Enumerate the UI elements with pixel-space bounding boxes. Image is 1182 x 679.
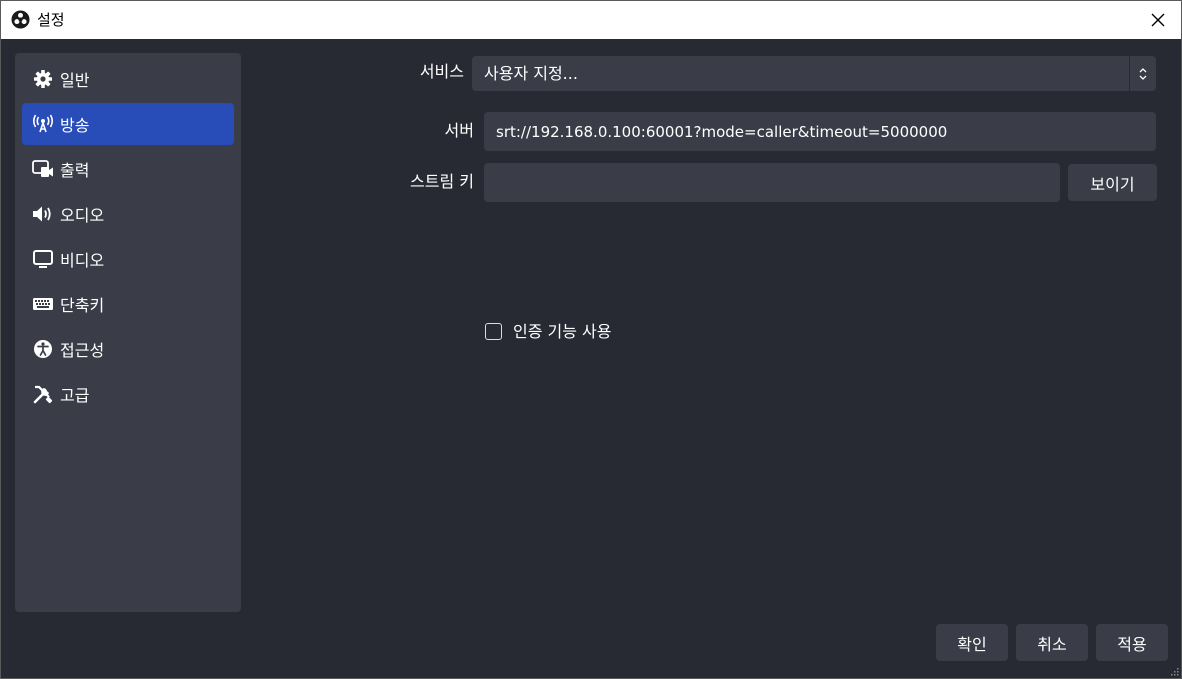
show-key-button[interactable]: 보이기 [1068, 164, 1157, 201]
close-icon [1151, 13, 1165, 27]
sidebar-item-label: 고급 [60, 386, 90, 405]
settings-sidebar: 일반 방송 출력 오디오 비디오 단축키 접근성 고급 [15, 53, 241, 612]
sidebar-item-label: 단축키 [60, 296, 105, 315]
stream-key-label: 스트림 키 [410, 172, 474, 191]
settings-window: 설정 일반 방송 출력 오디오 비디오 단축키 접근성 고급 서비스 사용자 지… [0, 0, 1182, 679]
sidebar-item-label: 방송 [60, 116, 90, 135]
sidebar-item-label: 비디오 [60, 251, 105, 270]
sidebar-item-accessibility[interactable]: 접근성 [22, 328, 234, 370]
apply-button[interactable]: 적용 [1096, 624, 1168, 661]
sidebar-item-label: 일반 [60, 71, 90, 90]
updown-arrows-icon [1129, 56, 1156, 91]
resize-grip-icon[interactable] [1169, 666, 1179, 676]
sidebar-item-label: 출력 [60, 161, 90, 180]
ok-button[interactable]: 확인 [936, 624, 1008, 661]
gear-icon [32, 68, 54, 90]
title-bar: 설정 [1, 1, 1181, 39]
service-select[interactable]: 사용자 지정... [472, 56, 1156, 91]
monitor-icon [32, 248, 54, 270]
sidebar-item-hotkeys[interactable]: 단축키 [22, 283, 234, 325]
service-label: 서비스 [419, 62, 464, 81]
sidebar-item-audio[interactable]: 오디오 [22, 193, 234, 235]
sidebar-item-stream[interactable]: 방송 [22, 103, 234, 145]
sidebar-item-general[interactable]: 일반 [22, 58, 234, 100]
auth-checkbox-label: 인증 기능 사용 [513, 322, 612, 341]
cancel-button[interactable]: 취소 [1016, 624, 1088, 661]
close-button[interactable] [1135, 1, 1181, 39]
accessibility-icon [32, 338, 54, 360]
broadcast-icon [32, 113, 54, 135]
sidebar-item-output[interactable]: 출력 [22, 148, 234, 190]
server-label: 서버 [444, 121, 474, 140]
tools-icon [32, 383, 54, 405]
sidebar-item-label: 오디오 [60, 206, 105, 225]
sidebar-item-video[interactable]: 비디오 [22, 238, 234, 280]
stream-key-field-box [484, 163, 1060, 202]
speaker-icon [32, 203, 54, 225]
server-input[interactable] [484, 112, 1156, 151]
keyboard-icon [32, 293, 54, 315]
sidebar-item-label: 접근성 [60, 341, 105, 360]
output-icon [32, 158, 54, 180]
service-value: 사용자 지정... [484, 64, 578, 83]
server-field-box [484, 112, 1156, 151]
window-title: 설정 [37, 11, 65, 29]
sidebar-item-advanced[interactable]: 고급 [22, 373, 234, 415]
auth-checkbox[interactable] [485, 323, 502, 340]
obs-logo-icon [11, 10, 30, 29]
stream-key-input[interactable] [484, 163, 1060, 202]
